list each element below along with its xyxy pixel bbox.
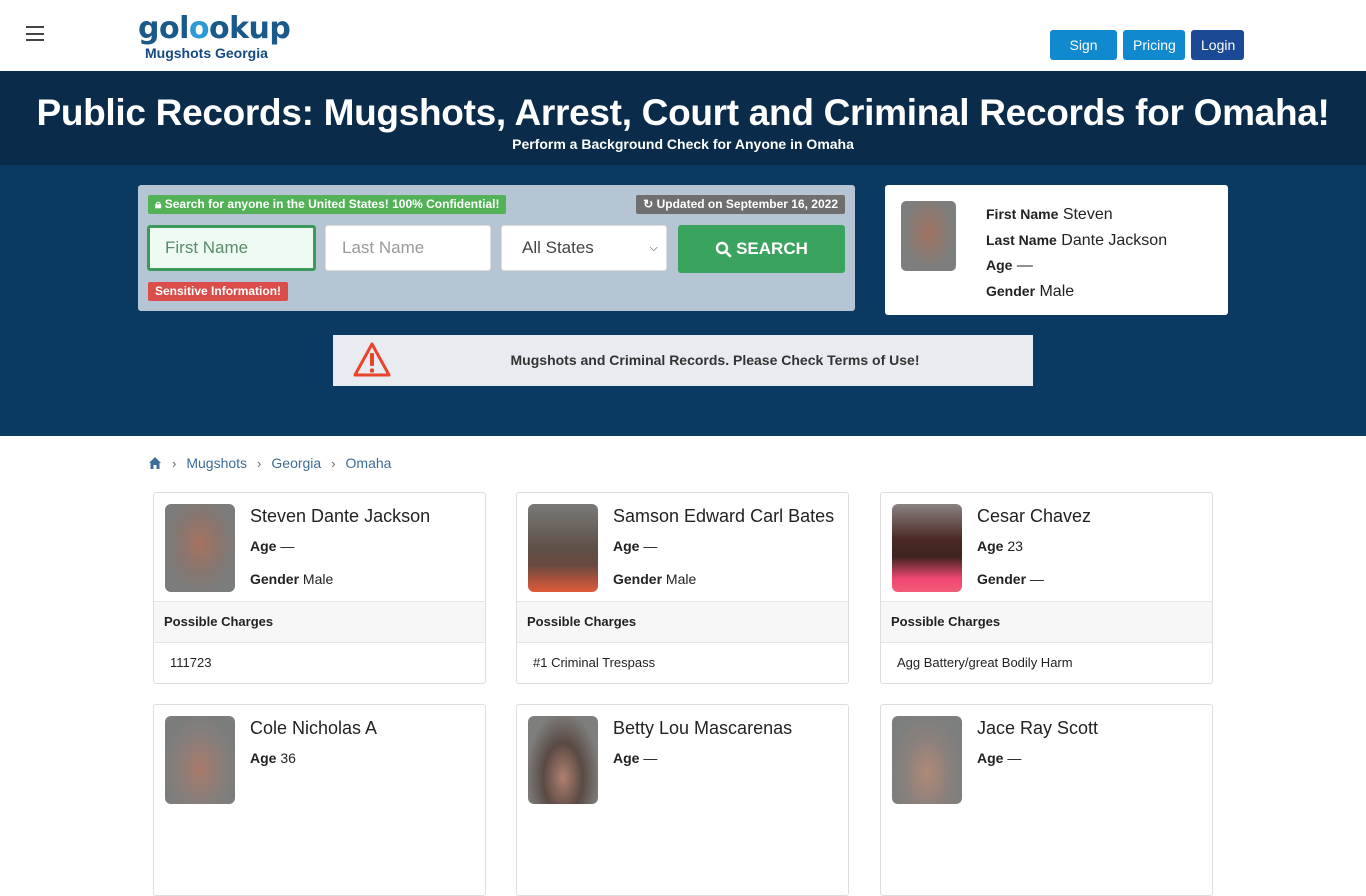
site-header: golookup Mugshots Georgia Sign Up Pricin… [0,0,1366,83]
logo-subtitle: Mugshots Georgia [145,45,268,61]
breadcrumb-omaha[interactable]: Omaha [346,455,392,471]
record-card[interactable]: Cole Nicholas A Age 36 [153,704,486,896]
charge-value: Agg Battery/great Bodily Harm [897,655,1073,670]
lock-icon: 🔒︎ [155,197,162,211]
signup-button[interactable]: Sign Up [1050,30,1117,83]
page-title: Public Records: Mugshots, Arrest, Court … [36,92,1330,133]
record-card[interactable]: Jace Ray Scott Age — [880,704,1213,896]
record-name[interactable]: Steven Dante Jackson [250,506,430,527]
featured-profile-card[interactable]: First Name Steven Last Name Dante Jackso… [885,185,1228,315]
chevron-down-icon: ⌵ [649,242,658,254]
charges-header: Possible Charges [154,601,485,643]
chevron-right-icon: › [172,455,177,471]
record-gender: Gender Male [250,571,334,587]
record-name[interactable]: Betty Lou Mascarenas [613,718,792,739]
charges-header: Possible Charges [517,601,848,643]
profile-first-name: Steven [1062,206,1113,223]
mugshot-photo [165,716,235,804]
record-age: Age 23 [977,538,1023,554]
record-gender: Gender — [977,571,1044,587]
logo[interactable]: golookup Mugshots Georgia [138,11,291,61]
breadcrumb: › Mugshots › Georgia › Omaha [148,455,391,471]
profile-last-name: Dante Jackson [1061,231,1168,249]
last-name-input[interactable]: Last Name [325,225,491,271]
updated-badge: ↻ Updated on September 16, 2022 [636,195,845,214]
charge-value: 111723 [170,655,212,670]
logo-wordmark: golookup [138,11,291,46]
record-card[interactable]: Steven Dante Jackson Age — Gender Male P… [153,492,486,684]
record-age: Age — [250,538,295,554]
pricing-button[interactable]: Pricing [1123,30,1185,60]
charges-header: Possible Charges [881,601,1212,643]
terms-warning: Mugshots and Criminal Records. Please Ch… [333,335,1033,386]
mugshot-photo [892,504,962,592]
chevron-right-icon: › [331,455,336,471]
confidential-badge: 🔒︎ Search for anyone in the United State… [148,195,507,214]
first-name-input[interactable]: First Name [147,225,316,271]
record-name[interactable]: Samson Edward Carl Bates [613,506,834,527]
mugshot-photo [528,504,598,592]
record-card[interactable]: Betty Lou Mascarenas Age — [516,704,849,896]
search-icon [715,241,732,257]
search-panel: 🔒︎ Search for anyone in the United State… [138,185,855,311]
search-button[interactable]: SEARCH [678,225,845,273]
record-gender: Gender Male [613,571,697,587]
record-name[interactable]: Cole Nicholas A [250,718,377,739]
chevron-right-icon: › [257,455,262,471]
nav-buttons: Sign Up Pricing Login [1050,30,1244,83]
page-subtitle: Perform a Background Check for Anyone in… [512,136,854,152]
mugshot-photo [901,201,956,271]
mugshot-photo [892,716,962,804]
hamburger-icon[interactable] [26,26,44,41]
hero-title-band: Public Records: Mugshots, Arrest, Court … [0,71,1366,165]
mugshot-photo [528,716,598,804]
profile-age: — [1016,257,1033,274]
refresh-icon: ↻ [643,197,654,211]
warning-text: Mugshots and Criminal Records. Please Ch… [510,352,920,368]
record-age: Age 36 [250,750,296,766]
mugshot-photo [165,504,235,592]
state-select[interactable]: All States ⌵ [501,225,667,271]
record-age: Age — [613,750,658,766]
profile-gender: Male [1039,282,1075,300]
record-name[interactable]: Jace Ray Scott [977,718,1098,739]
home-icon[interactable] [148,456,162,470]
sensitive-badge: Sensitive Information! [148,282,289,301]
breadcrumb-mugshots[interactable]: Mugshots [186,455,247,471]
record-name[interactable]: Cesar Chavez [977,506,1091,527]
record-age: Age — [977,750,1022,766]
breadcrumb-georgia[interactable]: Georgia [271,455,321,471]
record-card[interactable]: Cesar Chavez Age 23 Gender — Possible Ch… [880,492,1213,684]
login-button[interactable]: Login [1191,30,1244,60]
record-card[interactable]: Samson Edward Carl Bates Age — Gender Ma… [516,492,849,684]
record-age: Age — [613,538,658,554]
profile-info: First Name Steven Last Name Dante Jackso… [986,206,1168,300]
charge-value: #1 Criminal Trespass [533,655,656,670]
